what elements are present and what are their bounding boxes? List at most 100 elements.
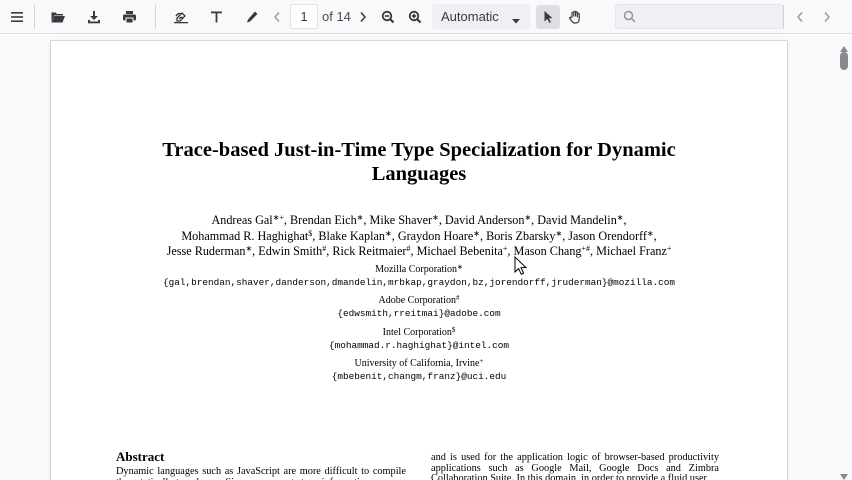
toolbar-separator	[155, 5, 156, 29]
author-name: Michael Franz	[596, 244, 667, 258]
search-icon	[623, 10, 636, 28]
affiliation-mozilla: Mozilla Corporation∗ {gal,brendan,shaver…	[51, 264, 787, 289]
affiliation-emails: {mohammad.r.haghighat}@intel.com	[328, 340, 510, 351]
author-name: Rick Reitmaier	[332, 244, 407, 258]
intro-right-column: and is used for the application logic of…	[431, 452, 719, 480]
author-name: Edwin Smith	[258, 244, 323, 258]
affiliation-emails: {gal,brendan,shaver,danderson,dmandelin,…	[163, 277, 675, 288]
author-mark: #	[406, 244, 411, 253]
affiliation-mark: +	[479, 357, 484, 365]
affiliation-mark: #	[456, 294, 460, 302]
zoom-select-value: Automatic	[441, 9, 499, 24]
author-mark: $	[308, 228, 313, 238]
previous-page-button[interactable]	[264, 0, 290, 34]
document-title-line: Languages	[371, 163, 467, 185]
print-button[interactable]	[116, 0, 142, 34]
affiliation-adobe: Adobe Corporation# {edwsmith,rreitmai}@a…	[51, 295, 787, 320]
affiliation-emails: {edwsmith,rreitmai}@adobe.com	[337, 308, 501, 319]
author-mark: +	[666, 244, 672, 253]
sidebar-toggle-button[interactable]	[4, 0, 30, 34]
author-name: Jesse Ruderman	[166, 244, 246, 258]
toolbar-separator	[34, 5, 35, 29]
affiliation-name: Adobe Corporation#	[51, 295, 787, 307]
sidebar-toggle-icon	[10, 11, 24, 23]
author-name: Michael Bebenita	[416, 244, 503, 258]
author-name: Blake Kaplan	[318, 228, 386, 243]
page-count-label: of 14	[322, 9, 351, 24]
hand-tool-button[interactable]	[562, 0, 588, 34]
page-number-input[interactable]: 1	[290, 4, 318, 29]
chevron-left-icon	[795, 11, 805, 23]
toolbar: 1 of 14 Automatic	[0, 0, 852, 34]
author-name: Graydon Hoare	[397, 228, 474, 243]
affiliation-name-text: Mozilla Corporation	[375, 264, 458, 275]
text-icon	[210, 10, 223, 24]
author-mark: ∗	[473, 228, 480, 238]
open-file-button[interactable]	[45, 0, 71, 34]
author-mark: ∗+	[272, 213, 284, 222]
author-name: David Mandelin	[537, 213, 617, 227]
affiliation-emails: {mbebenit,changm,franz}@uci.edu	[331, 371, 507, 382]
affiliation-name-text: Adobe Corporation	[378, 295, 457, 306]
mouse-cursor-icon	[514, 255, 528, 281]
download-icon	[87, 10, 101, 24]
document-title-line: Trace-based Just-in-Time Type Specializa…	[162, 139, 676, 161]
author-name: Boris Zbarsky	[486, 228, 556, 243]
download-button[interactable]	[81, 0, 107, 34]
toolbar-separator	[783, 5, 784, 29]
author-mark: ∗	[646, 228, 654, 238]
author-mark: ∗	[385, 228, 392, 238]
zoom-in-button[interactable]	[402, 0, 428, 34]
scrollbar-thumb[interactable]	[840, 52, 848, 70]
draw-button[interactable]	[168, 0, 194, 34]
pencil-button[interactable]	[239, 0, 265, 34]
author-list: Andreas Gal∗+, Brendan Eich∗, Mike Shave…	[51, 213, 787, 260]
pdf-page: Trace-based Just-in-Time Type Specializa…	[51, 41, 787, 480]
pencil-icon	[245, 10, 259, 24]
zoom-out-button[interactable]	[375, 0, 401, 34]
author-mark: #	[322, 244, 327, 253]
author-name: Brendan Eich	[290, 213, 357, 227]
abstract-heading: Abstract	[116, 449, 165, 464]
zoom-out-icon	[381, 10, 395, 24]
select-tool-button[interactable]	[536, 5, 560, 29]
affiliation-uci: University of California, Irvine+ {mbebe…	[51, 358, 787, 383]
author-line: Andreas Gal∗+, Brendan Eich∗, Mike Shave…	[211, 213, 627, 227]
affiliation-name: Mozilla Corporation∗	[51, 264, 787, 276]
affiliation-name-text: University of California, Irvine	[354, 358, 480, 369]
abstract-left-column: Dynamic languages such as JavaScript are…	[116, 466, 406, 480]
author-mark: ∗	[555, 228, 563, 238]
find-previous-button[interactable]	[787, 0, 813, 34]
chevron-down-icon	[511, 13, 521, 28]
text-tool-button[interactable]	[203, 0, 229, 34]
print-icon	[122, 10, 137, 24]
author-line: Mohammad R. Haghighat$, Blake Kaplan∗, G…	[181, 228, 657, 243]
author-mark: ∗	[432, 213, 439, 222]
author-name: Andreas Gal	[211, 213, 273, 227]
author-mark: ∗	[524, 213, 532, 222]
document-title: Trace-based Just-in-Time Type Specializa…	[51, 138, 787, 186]
hand-tool-icon	[568, 10, 582, 24]
author-name: David Anderson	[444, 213, 525, 227]
affiliation-intel: Intel Corporation$ {mohammad.r.haghighat…	[51, 327, 787, 352]
chevron-left-icon	[272, 11, 282, 23]
chevron-right-icon	[358, 11, 368, 23]
next-page-button[interactable]	[350, 0, 376, 34]
scroll-down-arrow-icon[interactable]	[840, 467, 848, 480]
zoom-select[interactable]: Automatic	[432, 4, 530, 29]
chevron-right-icon	[822, 11, 832, 23]
affiliation-name: University of California, Irvine+	[51, 358, 787, 370]
affiliation-mark: $	[451, 326, 456, 334]
search-input[interactable]	[615, 4, 783, 29]
affiliation-name-text: Intel Corporation	[382, 327, 452, 338]
vertical-scrollbar[interactable]	[836, 35, 852, 480]
author-name: Mike Shaver	[369, 213, 433, 227]
select-cursor-icon	[543, 10, 553, 24]
zoom-in-icon	[408, 10, 422, 24]
author-name: Mohammad R. Haghighat	[181, 228, 309, 243]
author-mark: +#	[581, 244, 591, 253]
author-mark: +	[502, 244, 508, 253]
document-viewer[interactable]: Trace-based Just-in-Time Type Specializa…	[0, 35, 852, 480]
find-next-button[interactable]	[814, 0, 840, 34]
affiliation-name: Intel Corporation$	[51, 327, 787, 339]
